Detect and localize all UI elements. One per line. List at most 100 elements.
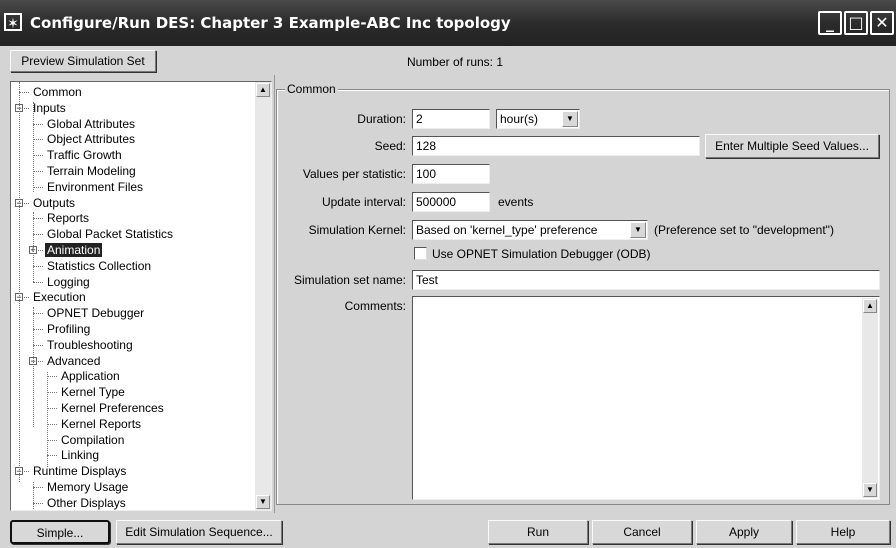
minimize-icon: _	[826, 13, 834, 32]
tree-item[interactable]: Animation	[45, 243, 103, 257]
settings-tree[interactable]: ▲ ▼ Common − Inputs Global Attributes Object…	[10, 81, 272, 511]
maximize-icon: □	[848, 13, 864, 32]
tree-item[interactable]: Inputs	[31, 101, 68, 115]
tree-item[interactable]: Application	[59, 369, 122, 383]
tree-connector	[33, 186, 43, 188]
kernel-preference-note: (Preference set to "development")	[654, 223, 834, 237]
apply-button[interactable]: Apply	[696, 520, 792, 544]
tree-item[interactable]: Kernel Reports	[59, 417, 143, 431]
scroll-up-icon[interactable]: ▲	[256, 83, 270, 97]
tree-item[interactable]: Object Attributes	[45, 132, 137, 146]
tree-connector	[47, 376, 57, 378]
update-interval-input[interactable]: 500000	[412, 192, 490, 212]
tree-item[interactable]: Troubleshooting	[45, 338, 135, 352]
scroll-down-icon[interactable]: ▼	[256, 495, 270, 509]
scroll-up-icon[interactable]: ▲	[863, 299, 877, 313]
title-bar: ✶ Configure/Run DES: Chapter 3 Example-A…	[0, 0, 896, 46]
tree-item[interactable]: Environment Files	[45, 180, 145, 194]
comments-label: Comments:	[344, 299, 406, 313]
run-button[interactable]: Run	[488, 520, 588, 544]
tree-connector	[33, 502, 43, 504]
tree-item[interactable]: Memory Usage	[45, 480, 130, 494]
simple-button[interactable]: Simple...	[10, 520, 110, 544]
debugger-checkbox-label[interactable]: Use OPNET Simulation Debugger (ODB)	[432, 247, 651, 261]
duration-unit-select[interactable]: hour(s) ▼	[496, 109, 580, 129]
chevron-down-icon[interactable]: ▼	[630, 222, 646, 238]
tree-guide-line	[33, 102, 34, 192]
tree-connector	[33, 123, 43, 125]
app-icon: ✶	[4, 13, 22, 32]
tree-connector	[33, 171, 43, 172]
multiple-seed-values-button[interactable]: Enter Multiple Seed Values...	[705, 134, 879, 158]
tree-item[interactable]: Global Attributes	[45, 117, 137, 131]
tree-item[interactable]: Linking	[59, 448, 101, 462]
values-per-statistic-input[interactable]: 100	[412, 164, 490, 184]
close-button[interactable]: ✕	[870, 11, 894, 35]
debugger-checkbox[interactable]	[414, 247, 427, 260]
duration-input[interactable]: 2	[412, 109, 490, 129]
tree-item[interactable]: Outputs	[31, 196, 77, 210]
tree-connector	[47, 423, 57, 425]
panel-divider	[274, 75, 275, 513]
chevron-down-icon[interactable]: ▼	[562, 111, 578, 127]
preview-simulation-set-button[interactable]: Preview Simulation Set	[10, 50, 156, 72]
tree-connector	[47, 455, 57, 457]
tree-connector	[33, 218, 43, 220]
update-interval-label: Update interval:	[321, 195, 406, 209]
comments-textarea[interactable]	[412, 296, 880, 500]
update-interval-unit: events	[498, 195, 534, 209]
tree-connector	[33, 487, 43, 488]
tree-guide-line	[33, 482, 34, 510]
tree-item[interactable]: OPNET Debugger	[45, 306, 146, 320]
window-title: Configure/Run DES: Chapter 3 Example-ABC…	[30, 14, 511, 32]
tree-connector	[33, 265, 43, 267]
tree-connector	[33, 344, 43, 346]
tree-connector	[33, 281, 43, 283]
tree-item[interactable]: Statistics Collection	[45, 259, 153, 273]
comments-scrollbar[interactable]: ▲ ▼	[862, 298, 878, 498]
simulation-set-name-input[interactable]: Test	[412, 270, 880, 290]
duration-label: Duration:	[357, 112, 406, 126]
tree-item[interactable]: Reports	[45, 211, 91, 225]
tree-item[interactable]: Compilation	[59, 433, 126, 447]
tree-item[interactable]: Execution	[31, 290, 88, 304]
tree-item[interactable]: Kernel Preferences	[59, 401, 166, 415]
number-of-runs-label: Number of runs: 1	[406, 55, 504, 69]
tree-item[interactable]: Profiling	[45, 322, 92, 336]
tree-scrollbar[interactable]: ▲ ▼	[255, 82, 271, 510]
tree-guide-line	[19, 82, 20, 482]
tree-connector	[33, 329, 43, 330]
cancel-button[interactable]: Cancel	[592, 520, 692, 544]
tree-guide-line	[47, 372, 48, 467]
tree-item[interactable]: Common	[31, 85, 84, 99]
minimize-button[interactable]: _	[818, 11, 842, 35]
tree-connector	[33, 234, 43, 236]
tree-item[interactable]: Advanced	[45, 354, 102, 368]
simulation-kernel-label: Simulation Kernel:	[308, 223, 406, 237]
seed-label: Seed:	[374, 139, 406, 153]
tree-connector	[47, 392, 57, 394]
scroll-down-icon[interactable]: ▼	[863, 483, 877, 497]
tree-item[interactable]: Logging	[45, 275, 92, 289]
maximize-button[interactable]: □	[844, 11, 868, 35]
edit-simulation-sequence-button[interactable]: Edit Simulation Sequence...	[116, 520, 282, 544]
tree-item[interactable]: Terrain Modeling	[45, 164, 138, 178]
tree-connector	[33, 155, 43, 157]
help-button[interactable]: Help	[796, 520, 890, 544]
simulation-kernel-value: Based on 'kernel_type' preference	[416, 223, 598, 237]
tree-item[interactable]: Global Packet Statistics	[45, 227, 175, 241]
common-group-label: Common	[285, 82, 338, 96]
tree-item[interactable]: Traffic Growth	[45, 148, 124, 162]
tree-guide-line	[33, 212, 34, 282]
tree-connector	[47, 439, 57, 441]
tree-item[interactable]: Other Displays	[45, 496, 128, 510]
tree-connector	[33, 139, 43, 141]
tree-guide-line	[33, 307, 34, 427]
tree-item[interactable]: Kernel Type	[59, 385, 127, 399]
tree-connector	[33, 313, 43, 315]
tree-item[interactable]: Runtime Displays	[31, 464, 128, 478]
simulation-kernel-select[interactable]: Based on 'kernel_type' preference ▼	[412, 220, 648, 240]
seed-input[interactable]: 128	[412, 136, 700, 156]
simulation-set-name-label: Simulation set name:	[293, 273, 406, 287]
close-icon: ✕	[875, 13, 889, 32]
